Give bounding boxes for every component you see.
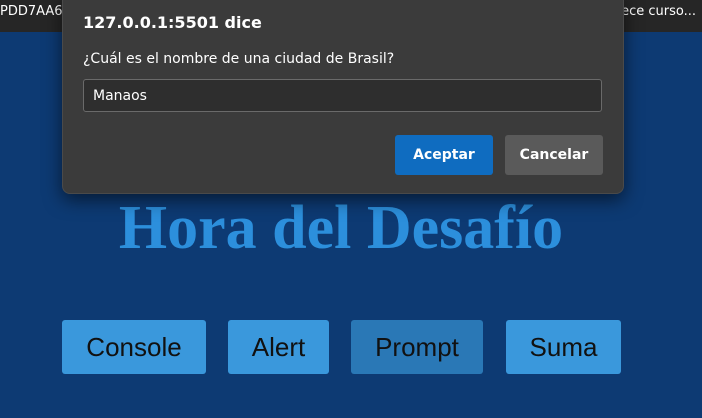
page-title: Hora del Desafío [118,194,564,262]
tab-title-left[interactable]: PDD7AA6 [0,4,63,19]
accept-button[interactable]: Aceptar [395,135,493,175]
suma-button[interactable]: Suma [506,320,621,374]
alert-button[interactable]: Alert [228,320,329,374]
cancel-button[interactable]: Cancelar [505,135,603,175]
dialog-origin: 127.0.0.1:5501 dice [83,13,262,32]
prompt-button[interactable]: Prompt [351,320,483,374]
dialog-message: ¿Cuál es el nombre de una ciudad de Bras… [83,51,395,67]
console-button[interactable]: Console [62,320,206,374]
prompt-dialog: 127.0.0.1:5501 dice ¿Cuál es el nombre d… [62,0,624,194]
prompt-input[interactable] [83,79,602,112]
tab-title-right[interactable]: ece curso... [621,4,696,19]
